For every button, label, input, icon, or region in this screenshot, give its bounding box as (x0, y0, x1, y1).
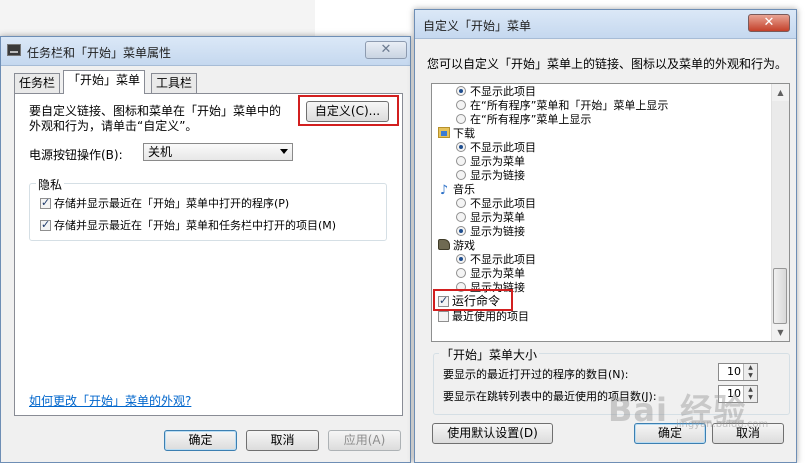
power-button-value: 关机 (148, 145, 173, 159)
use-default-settings-button[interactable]: 使用默认设置(D) (432, 423, 553, 444)
checkbox[interactable] (438, 311, 449, 322)
title-bar: 自定义「开始」菜单 ✕ (415, 10, 796, 39)
list-item[interactable]: 在“所有程序”菜单和「开始」菜单上显示 (456, 99, 668, 112)
list-item[interactable]: 显示为链接 (456, 169, 525, 182)
radio-checked[interactable] (456, 86, 466, 96)
close-icon: ✕ (380, 42, 392, 57)
close-icon: ✕ (763, 15, 775, 30)
list-category: ♪ 音乐 (439, 183, 475, 198)
music-note-icon: ♪ (439, 183, 449, 198)
radio[interactable] (456, 114, 466, 124)
size-group-label: 「开始」菜单大小 (439, 346, 540, 363)
list-item[interactable]: 不显示此项目 (456, 141, 536, 154)
radio[interactable] (456, 198, 466, 208)
list-item[interactable]: 不显示此项目 (456, 197, 536, 210)
highlight-box (298, 95, 399, 126)
radio[interactable] (456, 170, 466, 180)
recent-programs-spinner[interactable]: 10 ▲ ▼ (718, 363, 758, 381)
power-button-select[interactable]: 关机 (143, 143, 293, 161)
list-item[interactable]: 显示为链接 (456, 225, 525, 238)
radio[interactable] (456, 212, 466, 222)
spin-down-icon[interactable]: ▼ (744, 372, 757, 380)
tab-toolbars[interactable]: 工具栏 (151, 73, 198, 93)
games-icon (438, 239, 450, 250)
list-item-recent-items[interactable]: 最近使用的项目 (438, 310, 529, 323)
checkbox-checked[interactable] (40, 218, 51, 231)
baidu-watermark-url: jingyan.baidu.com (676, 419, 769, 430)
list-category: 下载 (438, 127, 475, 140)
spinner-buttons[interactable]: ▲ ▼ (743, 364, 757, 380)
privacy-option-items-label: 存储并显示最近在「开始」菜单和任务栏中打开的项目(M) (54, 219, 337, 232)
radio[interactable] (456, 156, 466, 166)
recent-programs-value: 10 (727, 365, 741, 378)
list-item[interactable]: 不显示此项目 (456, 85, 536, 98)
title-bar: 任务栏和「开始」菜单属性 ✕ (1, 37, 410, 66)
taskbar-icon (7, 44, 21, 56)
privacy-option-programs-label: 存储并显示最近在「开始」菜单中打开的程序(P) (54, 197, 290, 210)
tab-start-menu[interactable]: 「开始」菜单 (63, 70, 146, 94)
radio[interactable] (456, 100, 466, 110)
chevron-down-icon (280, 149, 288, 154)
description-line-2: 外观和行为，请单击“自定义”。 (29, 119, 198, 133)
scrollbar-thumb[interactable] (773, 268, 787, 324)
taskbar-start-menu-properties-window: 任务栏和「开始」菜单属性 ✕ 任务栏 「开始」菜单 工具栏 要自定义链接、图标和… (0, 36, 411, 463)
checkbox-checked[interactable] (40, 196, 51, 209)
customize-description: 要自定义链接、图标和菜单在「开始」菜单中的 外观和行为，请单击“自定义”。 (29, 104, 281, 134)
list-item[interactable]: 显示为菜单 (456, 267, 525, 280)
window-title: 自定义「开始」菜单 (423, 19, 532, 33)
scroll-up-icon[interactable]: ▲ (772, 84, 789, 101)
recent-programs-label: 要显示的最近打开过的程序的数目(N): (443, 368, 629, 381)
privacy-option-programs[interactable]: 存储并显示最近在「开始」菜单中打开的程序(P) (40, 195, 289, 211)
description-line-1: 要自定义链接、图标和菜单在「开始」菜单中的 (29, 104, 282, 118)
background-window (0, 0, 315, 36)
help-link[interactable]: 如何更改「开始」菜单的外观? (29, 392, 191, 409)
close-button[interactable]: ✕ (748, 14, 790, 32)
spin-up-icon[interactable]: ▲ (744, 364, 757, 372)
customize-description: 您可以自定义「开始」菜单上的链接、图标以及菜单的外观和行为。 (427, 57, 788, 71)
highlight-box (433, 289, 513, 311)
scroll-down-icon[interactable]: ▼ (772, 324, 789, 341)
window-title: 任务栏和「开始」菜单属性 (27, 46, 172, 60)
downloads-folder-icon (438, 127, 450, 138)
radio-checked[interactable] (456, 226, 466, 236)
radio-checked[interactable] (456, 142, 466, 152)
cancel-button[interactable]: 取消 (246, 430, 319, 451)
privacy-group-label: 隐私 (36, 176, 65, 193)
vertical-scrollbar[interactable]: ▲ ▼ (771, 84, 789, 341)
radio[interactable] (456, 268, 466, 278)
privacy-option-items[interactable]: 存储并显示最近在「开始」菜单和任务栏中打开的项目(M) (40, 217, 336, 233)
list-category: 游戏 (438, 239, 475, 252)
list-item[interactable]: 显示为菜单 (456, 155, 525, 168)
tab-taskbar[interactable]: 任务栏 (14, 73, 61, 93)
list-item[interactable]: 在“所有程序”菜单上显示 (456, 113, 591, 126)
start-menu-tab-panel (14, 93, 403, 416)
list-item[interactable]: 显示为菜单 (456, 211, 525, 224)
apply-button[interactable]: 应用(A) (328, 430, 401, 451)
list-item[interactable]: 不显示此项目 (456, 253, 536, 266)
close-button[interactable]: ✕ (365, 41, 407, 59)
ok-button[interactable]: 确定 (164, 430, 237, 451)
power-button-label: 电源按钮操作(B): (29, 148, 123, 162)
radio-checked[interactable] (456, 254, 466, 264)
